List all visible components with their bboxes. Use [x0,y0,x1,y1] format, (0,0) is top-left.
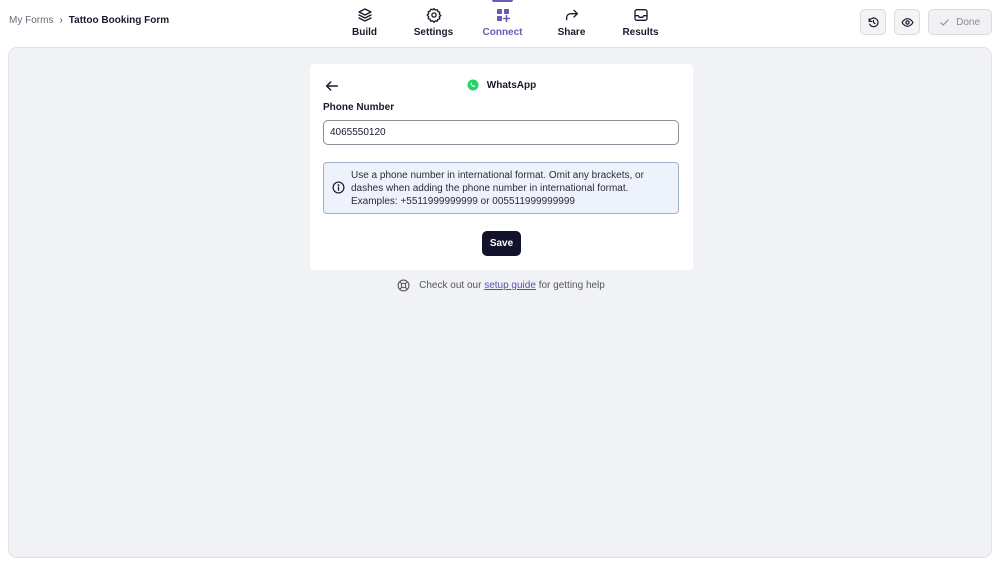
help-prefix: Check out our [419,280,482,291]
save-button[interactable]: Save [482,231,521,256]
info-text-line-3: Examples: +5511999999999 or 005511999999… [351,196,575,207]
info-text: Use a phone number in international form… [351,169,671,208]
tab-build[interactable]: Build [330,0,399,44]
whatsapp-icon [467,79,479,91]
breadcrumb: My Forms › Tattoo Booking Form [9,15,169,26]
done-button[interactable]: Done [928,9,992,35]
share-arrow-icon [565,9,578,21]
grid-plus-icon [496,9,510,23]
gear-icon [426,7,441,23]
integration-title: WhatsApp [486,79,537,91]
preview-button[interactable] [894,9,921,35]
info-text-line-2: dashes when adding the phone number in i… [351,183,629,194]
history-button[interactable] [860,9,887,35]
breadcrumb-my-forms[interactable]: My Forms [9,15,53,26]
tab-connect-label: Connect [482,27,523,38]
main-nav: Build Settings Connect Share Results [330,0,675,44]
whatsapp-settings-card: WhatsApp Phone Number Use a phone number… [310,64,693,270]
lifebuoy-icon [397,279,410,292]
info-text-line-1: Use a phone number in international form… [351,170,644,181]
top-actions: Done [860,9,992,35]
layers-icon [357,8,372,22]
builder-canvas: WhatsApp Phone Number Use a phone number… [8,47,992,558]
check-icon [940,18,949,26]
help-hint: Check out our setup guide for getting he… [9,279,993,292]
eye-icon [901,17,914,27]
setup-guide-link[interactable]: setup guide [484,280,536,291]
top-bar: My Forms › Tattoo Booking Form Build Set… [0,0,1000,44]
card-title: WhatsApp [310,79,693,91]
tab-connect[interactable]: Connect [468,0,537,44]
info-icon [332,181,345,194]
tab-results[interactable]: Results [606,0,675,44]
tab-share[interactable]: Share [537,0,606,44]
breadcrumb-separator: › [59,15,63,26]
breadcrumb-current-form: Tattoo Booking Form [68,15,170,26]
phone-number-label: Phone Number [323,102,395,113]
inbox-icon [633,9,648,21]
tab-build-label: Build [352,27,377,38]
help-suffix: for getting help [538,280,605,291]
tab-settings[interactable]: Settings [399,0,468,44]
help-text: Check out our setup guide for getting he… [419,280,605,291]
phone-number-input[interactable] [323,120,679,145]
history-icon [868,16,879,27]
done-button-label: Done [956,16,980,28]
info-notice: Use a phone number in international form… [323,162,679,214]
tab-results-label: Results [622,27,659,38]
tab-share-label: Share [557,27,586,38]
tab-settings-label: Settings [413,27,454,38]
